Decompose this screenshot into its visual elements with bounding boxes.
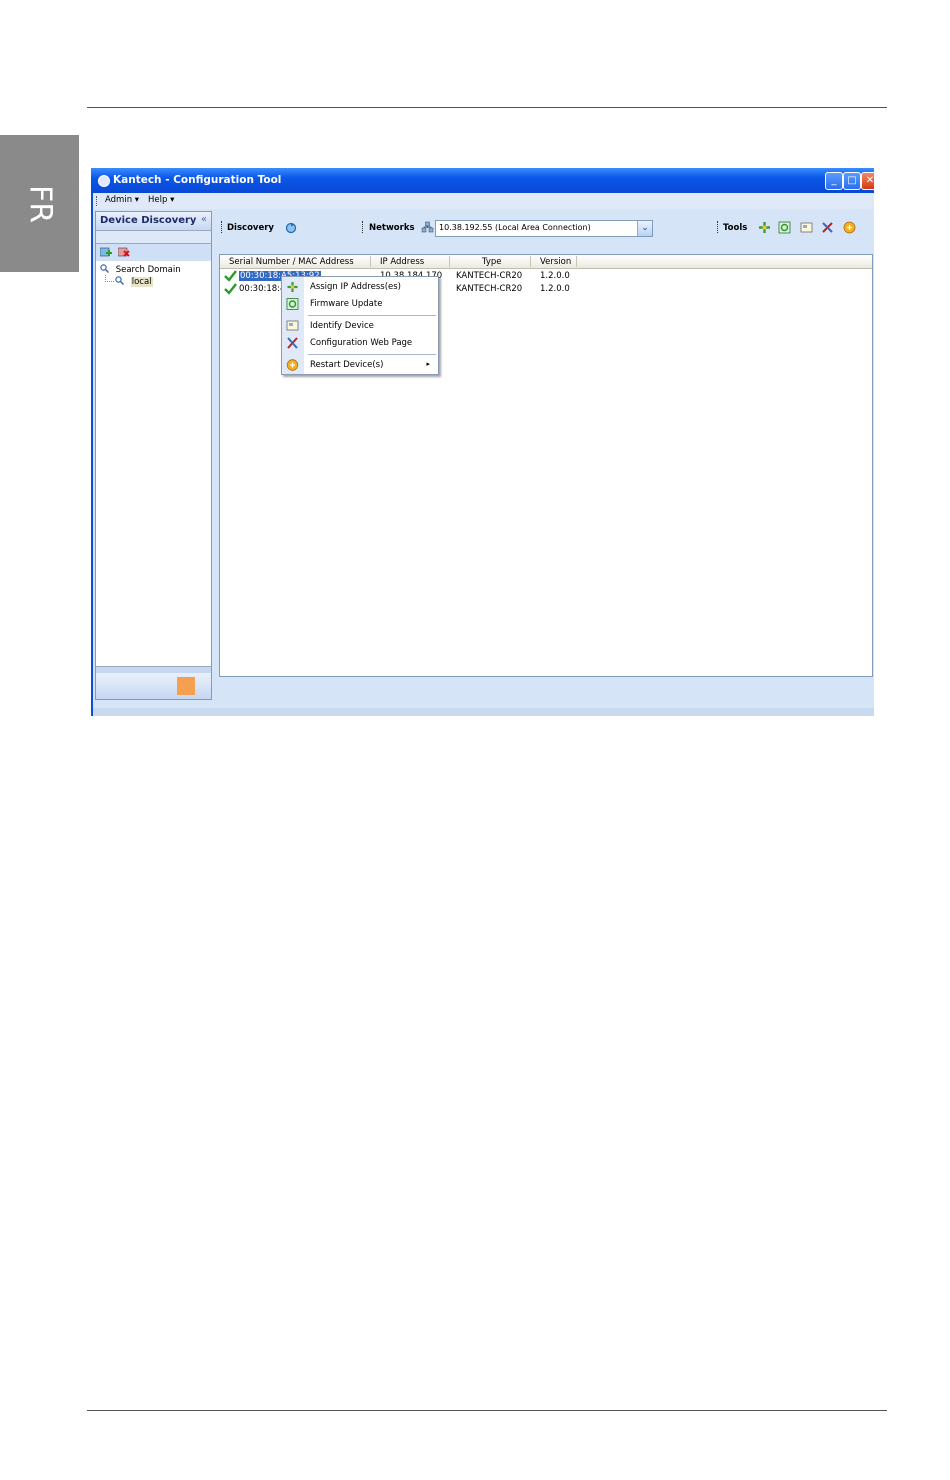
magnifier-icon — [115, 276, 125, 286]
tree-root-label: Search Domain — [115, 265, 181, 275]
app-window: Kantech - Configuration Tool _ □ ✕ Admin… — [91, 168, 874, 716]
network-icon — [421, 221, 434, 233]
column-header-serial[interactable]: Serial Number / MAC Address — [229, 257, 354, 267]
top-rule — [87, 107, 887, 108]
minimize-button[interactable]: _ — [825, 172, 843, 190]
column-header-version[interactable]: Version — [540, 257, 571, 267]
panel-footer-icon[interactable] — [177, 677, 195, 695]
toolbar-grip — [717, 221, 719, 233]
toolbar-grip — [221, 221, 223, 233]
close-icon: ✕ — [865, 175, 874, 186]
restart-icon — [286, 359, 299, 371]
tools-label: Tools — [723, 223, 748, 233]
check-icon — [224, 270, 237, 282]
main-toolbar: Discovery Networks 10.38.192.55 (Local A… — [217, 211, 874, 243]
title-bar[interactable]: Kantech - Configuration Tool _ □ ✕ — [91, 168, 874, 193]
serial-cell: 00:30:18:4 — [239, 284, 286, 294]
panel-strip — [96, 231, 211, 244]
refresh-icon[interactable] — [285, 222, 297, 234]
language-label: FR — [22, 184, 57, 223]
type-cell: KANTECH-CR20 — [456, 284, 523, 294]
close-button[interactable]: ✕ — [861, 172, 874, 190]
menu-help[interactable]: Help ▾ — [148, 195, 174, 205]
app-icon — [98, 175, 110, 187]
menu-item-configuration-web-page[interactable]: Configuration Web Page — [282, 335, 438, 351]
network-select-value: 10.38.192.55 (Local Area Connection) — [439, 223, 591, 232]
web-config-icon[interactable] — [821, 221, 834, 234]
identify-icon — [286, 320, 299, 331]
version-cell: 1.2.0.0 — [540, 284, 570, 294]
firmware-icon[interactable] — [778, 221, 791, 234]
context-menu: Assign IP Address(es) Firmware Update Id… — [281, 276, 439, 375]
device-discovery-panel: Device Discovery « Search Domain local — [95, 211, 212, 700]
list-header: Serial Number / MAC Address IP Address T… — [220, 255, 872, 269]
menu-item-label: Restart Device(s) — [310, 360, 384, 370]
status-bar — [93, 708, 874, 716]
tree-item-search-domain[interactable]: Search Domain — [100, 264, 181, 275]
menu-admin[interactable]: Admin ▾ — [105, 195, 139, 205]
identify-icon[interactable] — [800, 221, 813, 234]
version-cell: 1.2.0.0 — [540, 271, 570, 281]
panel-resize-grip[interactable] — [96, 666, 211, 673]
splitter[interactable] — [212, 209, 217, 708]
menu-item-label: Identify Device — [310, 321, 374, 331]
menu-item-label: Firmware Update — [310, 299, 383, 309]
menu-item-label: Configuration Web Page — [310, 338, 413, 348]
network-select[interactable]: 10.38.192.55 (Local Area Connection) ⌄ — [435, 220, 653, 237]
column-separator[interactable] — [449, 256, 450, 267]
maximize-icon: □ — [847, 175, 857, 186]
chevron-down-icon[interactable]: ⌄ — [637, 221, 652, 236]
assign-ip-icon — [287, 282, 298, 292]
web-config-icon — [287, 337, 298, 349]
tree-item-local[interactable]: local — [115, 276, 153, 287]
panel-toolbar — [96, 244, 211, 261]
magnifier-icon — [100, 264, 110, 274]
client-area: Device Discovery « Search Domain local D… — [93, 209, 874, 708]
bottom-rule — [87, 1410, 887, 1411]
panel-title: Device Discovery — [100, 215, 197, 226]
column-separator[interactable] — [530, 256, 531, 267]
language-tab: FR — [0, 135, 79, 272]
type-cell: KANTECH-CR20 — [456, 271, 523, 281]
submenu-arrow-icon: ▸ — [426, 360, 430, 368]
assign-ip-icon[interactable] — [758, 221, 771, 234]
menu-separator — [308, 315, 436, 316]
menu-item-firmware-update[interactable]: Firmware Update — [282, 296, 438, 312]
menu-item-identify-device[interactable]: Identify Device — [282, 318, 438, 334]
discovery-label: Discovery — [227, 223, 274, 233]
menu-separator — [308, 354, 436, 355]
panel-header: Device Discovery « — [96, 212, 211, 231]
column-separator[interactable] — [576, 256, 577, 267]
check-icon — [224, 283, 237, 295]
add-domain-icon[interactable] — [100, 247, 112, 258]
menu-grip — [96, 196, 98, 206]
toolbar-grip — [362, 221, 364, 233]
tree-child-label: local — [130, 277, 153, 287]
menu-item-restart-devices[interactable]: Restart Device(s) ▸ — [282, 357, 438, 373]
tree-connector — [105, 275, 114, 282]
maximize-button[interactable]: □ — [843, 172, 861, 190]
column-header-ip[interactable]: IP Address — [380, 257, 424, 267]
networks-label: Networks — [369, 223, 415, 233]
column-separator[interactable] — [370, 256, 371, 267]
menu-item-assign-ip[interactable]: Assign IP Address(es) — [282, 279, 438, 295]
remove-domain-icon[interactable] — [118, 247, 130, 258]
window-title: Kantech - Configuration Tool — [113, 174, 282, 186]
panel-footer — [96, 673, 211, 699]
collapse-icon[interactable]: « — [201, 214, 207, 225]
firmware-icon — [286, 298, 299, 310]
menu-bar: Admin ▾ Help ▾ — [93, 193, 874, 209]
restart-icon[interactable] — [843, 221, 856, 234]
minimize-icon: _ — [831, 175, 837, 186]
menu-item-label: Assign IP Address(es) — [310, 282, 401, 292]
column-header-type[interactable]: Type — [482, 257, 502, 267]
